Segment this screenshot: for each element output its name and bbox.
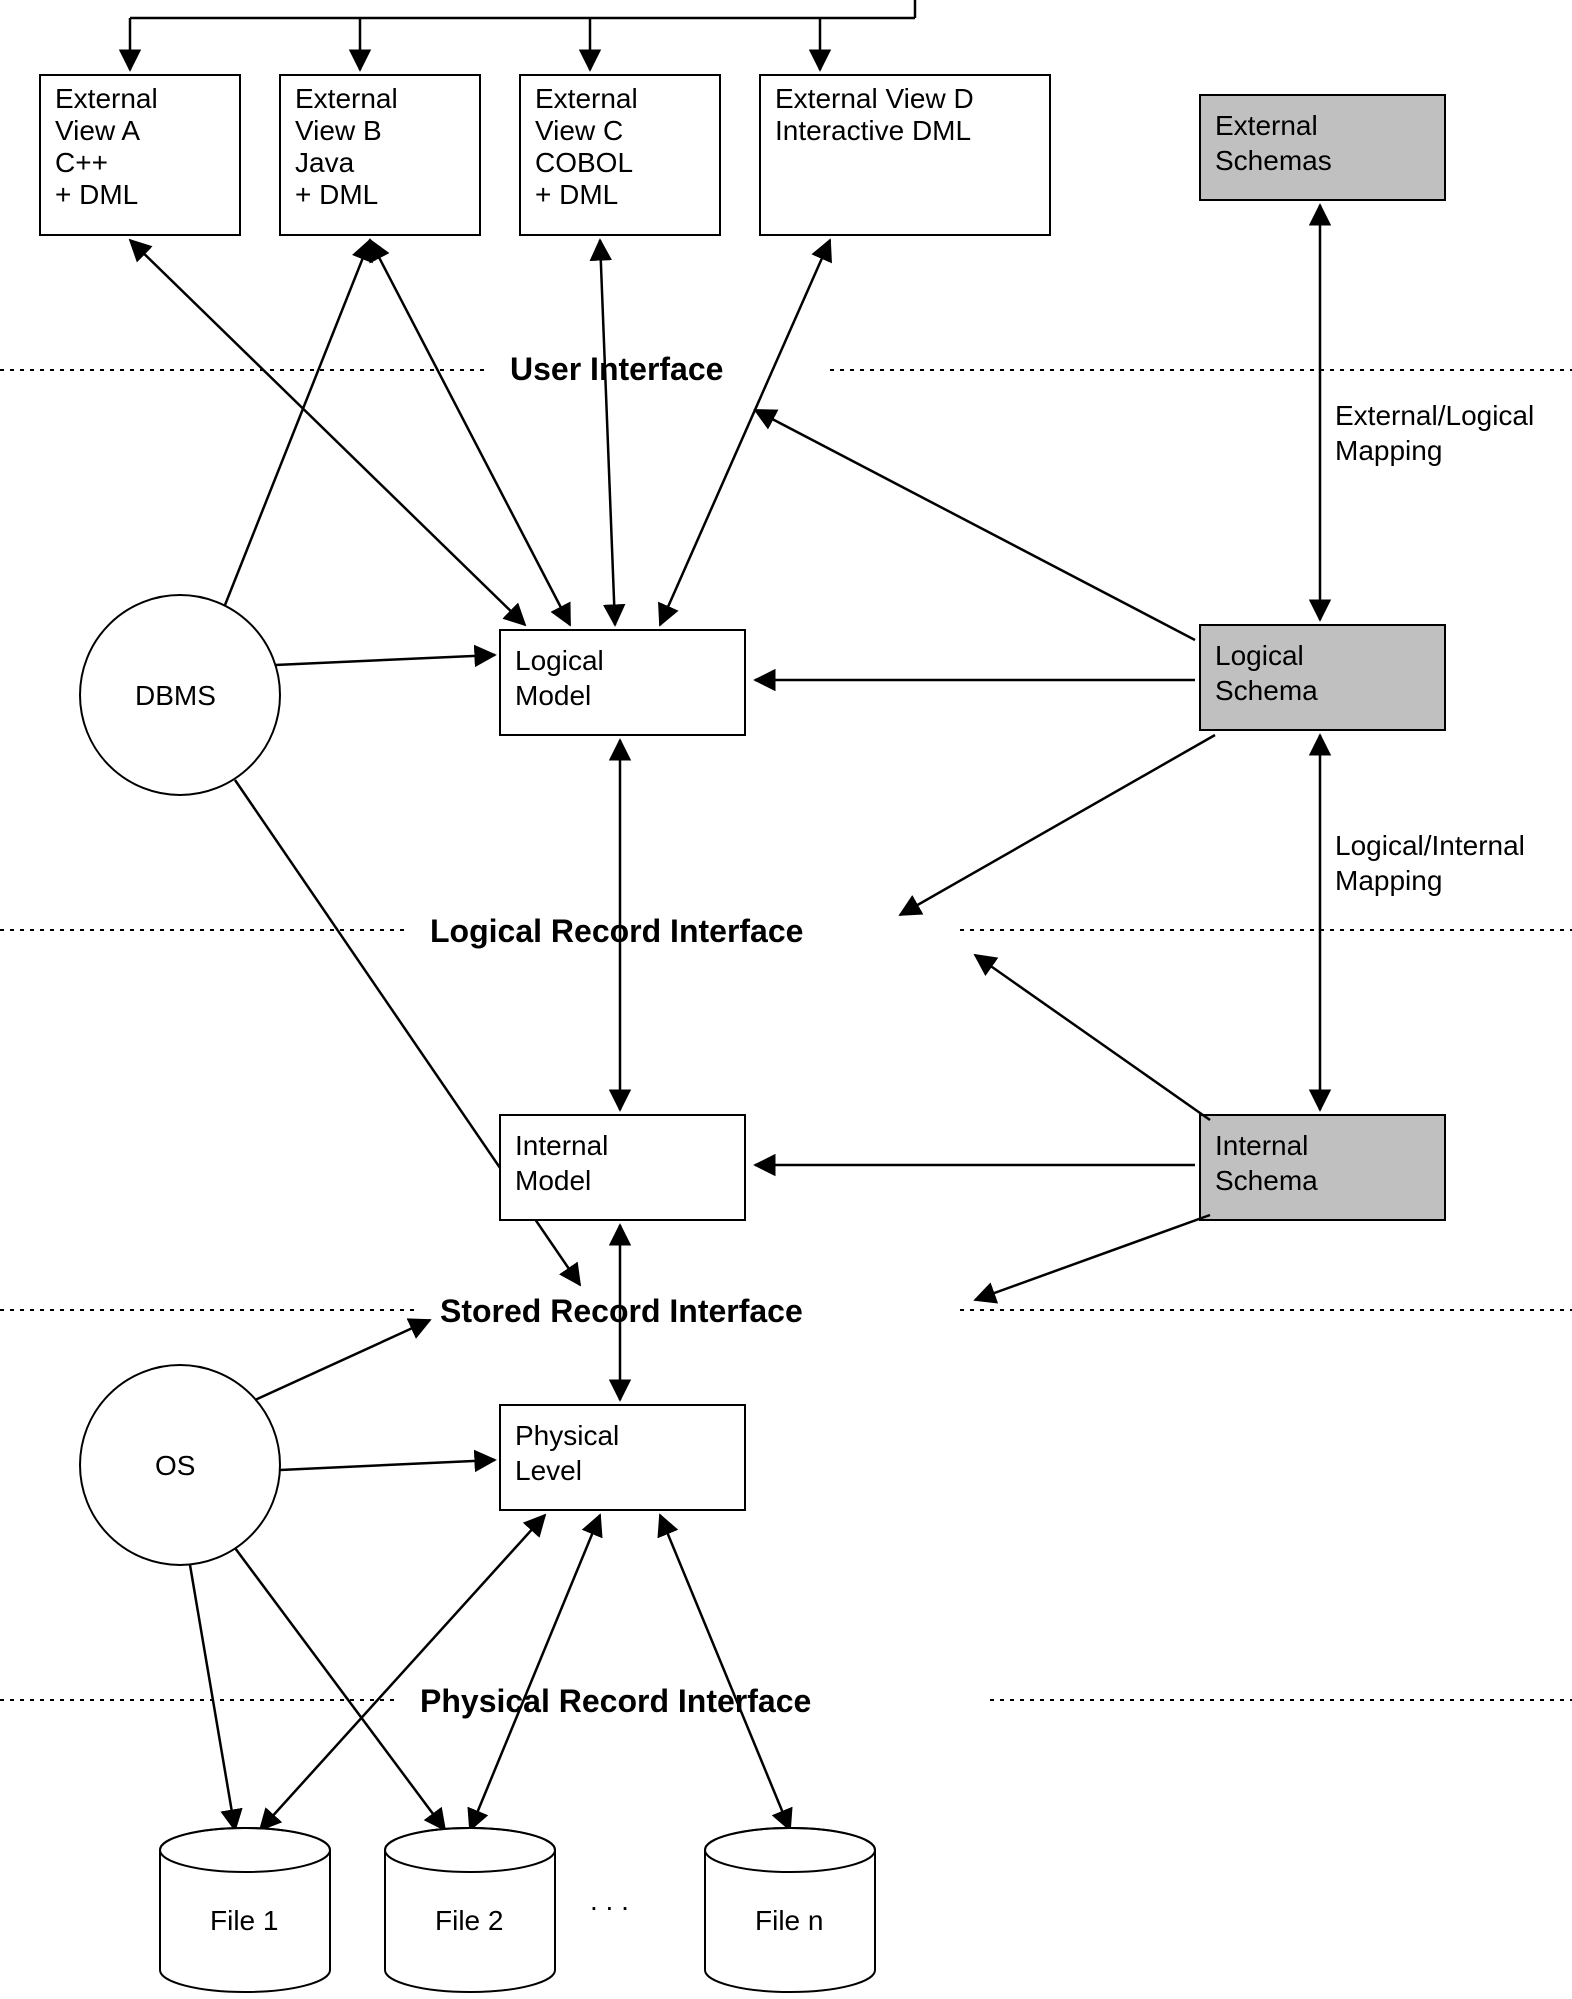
logical-model: Logical Model <box>500 630 745 735</box>
external-view-a: External View A C++ + DML <box>40 75 240 235</box>
svg-text:External/Logical: External/Logical <box>1335 400 1534 431</box>
edges-physical-files <box>260 1515 790 1830</box>
svg-text:Logical: Logical <box>515 645 604 676</box>
svg-text:Internal: Internal <box>1215 1130 1308 1161</box>
edge-os-file2 <box>235 1548 445 1830</box>
svg-text:File 2: File 2 <box>435 1905 503 1936</box>
svg-text:View B: View B <box>295 115 382 146</box>
svg-text:Mapping: Mapping <box>1335 865 1442 896</box>
os-node: OS <box>80 1365 280 1565</box>
external-view-c: External View C COBOL + DML <box>520 75 720 235</box>
svg-text:DBMS: DBMS <box>135 680 216 711</box>
user-interface-divider: User Interface <box>0 351 1572 387</box>
svg-text:+ DML: + DML <box>535 179 618 210</box>
architecture-diagram: External View A C++ + DML External View … <box>0 0 1572 1999</box>
external-logical-mapping-label: External/Logical Mapping <box>1335 400 1534 466</box>
physical-record-interface-divider: Physical Record Interface <box>0 1683 1572 1719</box>
svg-text:External: External <box>55 83 158 114</box>
edge-intschema-storedif <box>975 1215 1210 1300</box>
external-view-b: External View B Java + DML <box>280 75 480 235</box>
svg-text:Schemas: Schemas <box>1215 145 1332 176</box>
edges-views-to-logical <box>130 240 830 625</box>
svg-text:Physical: Physical <box>515 1420 619 1451</box>
svg-text:+ DML: + DML <box>295 179 378 210</box>
logical-schema: Logical Schema <box>1200 625 1445 730</box>
svg-text:Schema: Schema <box>1215 675 1318 706</box>
edge-logschema-logrecif <box>900 735 1215 915</box>
file-1-cylinder: File 1 <box>160 1828 330 1992</box>
internal-model: Internal Model <box>500 1115 745 1220</box>
logical-record-interface-divider: Logical Record Interface <box>0 913 1572 949</box>
svg-text:External: External <box>535 83 638 114</box>
external-view-d: External View D Interactive DML <box>760 75 1050 235</box>
edge-os-physlevel <box>280 1460 495 1470</box>
svg-text:Model: Model <box>515 1165 591 1196</box>
svg-text:Logical Record Interface: Logical Record Interface <box>430 913 803 949</box>
svg-text:Mapping: Mapping <box>1335 435 1442 466</box>
edge-os-storedif <box>255 1320 430 1400</box>
svg-text:C++: C++ <box>55 147 108 178</box>
svg-text:External: External <box>1215 110 1318 141</box>
edge-intschema-logrecif <box>975 955 1210 1120</box>
file-n-cylinder: File n <box>705 1828 875 1992</box>
svg-text:Internal: Internal <box>515 1130 608 1161</box>
edge-dbms-viewb <box>225 240 370 605</box>
edge-os-file1 <box>190 1565 235 1830</box>
edge-logschema-userif <box>755 410 1195 640</box>
logical-internal-mapping-label: Logical/Internal Mapping <box>1335 830 1525 896</box>
svg-text:User Interface: User Interface <box>510 351 723 387</box>
internal-schema: Internal Schema <box>1200 1115 1445 1220</box>
svg-text:View C: View C <box>535 115 623 146</box>
svg-text:File 1: File 1 <box>210 1905 278 1936</box>
svg-text:External View D: External View D <box>775 83 974 114</box>
svg-text:Interactive DML: Interactive DML <box>775 115 971 146</box>
svg-text:Stored Record Interface: Stored Record Interface <box>440 1293 803 1329</box>
svg-text:Level: Level <box>515 1455 582 1486</box>
svg-text:Physical Record Interface: Physical Record Interface <box>420 1683 811 1719</box>
svg-text:COBOL: COBOL <box>535 147 633 178</box>
svg-text:View A: View A <box>55 115 140 146</box>
dbms-node: DBMS <box>80 595 280 795</box>
svg-text:Model: Model <box>515 680 591 711</box>
stored-record-interface-divider: Stored Record Interface <box>0 1293 1572 1329</box>
svg-text:Schema: Schema <box>1215 1165 1318 1196</box>
ellipsis: . . . <box>590 1885 629 1916</box>
svg-text:+ DML: + DML <box>55 179 138 210</box>
svg-text:OS: OS <box>155 1450 195 1481</box>
edge-dbms-logmodel <box>275 655 495 665</box>
svg-text:Logical: Logical <box>1215 640 1304 671</box>
external-schemas: External Schemas <box>1200 95 1445 200</box>
physical-level: Physical Level <box>500 1405 745 1510</box>
svg-text:External: External <box>295 83 398 114</box>
file-2-cylinder: File 2 <box>385 1828 555 1992</box>
top-distribution <box>130 0 915 70</box>
svg-text:Logical/Internal: Logical/Internal <box>1335 830 1525 861</box>
svg-text:Java: Java <box>295 147 355 178</box>
svg-text:File n: File n <box>755 1905 823 1936</box>
